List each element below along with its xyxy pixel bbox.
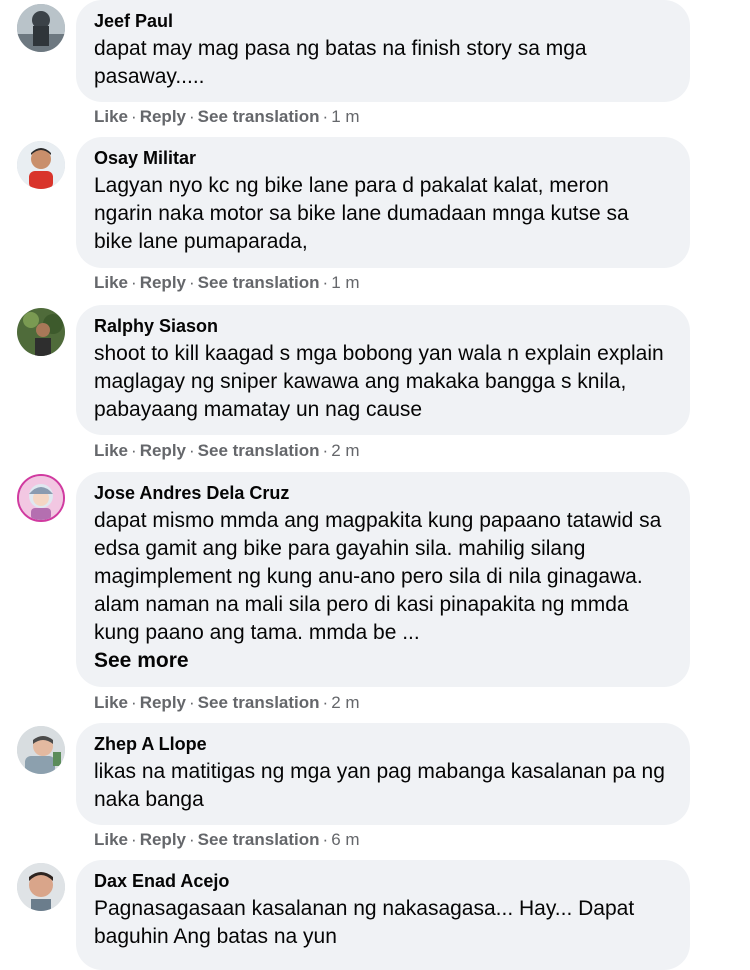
separator: · <box>131 693 137 712</box>
comment-author[interactable]: Jeef Paul <box>94 10 672 32</box>
separator: · <box>189 273 195 292</box>
see-more-link[interactable]: See more <box>94 647 672 675</box>
separator: · <box>322 273 329 292</box>
reply-button[interactable]: Reply <box>140 830 186 849</box>
separator: · <box>322 830 329 849</box>
comment-bubble: Jeef Paul dapat may mag pasa ng batas na… <box>76 0 690 102</box>
comment-actions: Like · Reply · See translation · 6 m <box>94 830 360 850</box>
separator: · <box>322 107 329 126</box>
avatar[interactable] <box>17 863 65 911</box>
comment-bubble: Ralphy Siason shoot to kill kaagad s mga… <box>76 305 690 435</box>
see-translation-button[interactable]: See translation <box>198 693 320 712</box>
reply-button[interactable]: Reply <box>140 273 186 292</box>
comment-author[interactable]: Dax Enad Acejo <box>94 870 672 892</box>
comment-timestamp[interactable]: 1 m <box>331 273 359 292</box>
see-translation-button[interactable]: See translation <box>198 441 320 460</box>
like-button[interactable]: Like <box>94 273 128 292</box>
comment-bubble: Dax Enad Acejo Pagnasagasaan kasalanan n… <box>76 860 690 970</box>
comment-actions: Like · Reply · See translation · 2 m <box>94 441 360 461</box>
avatar[interactable] <box>17 308 65 356</box>
reply-button[interactable]: Reply <box>140 441 186 460</box>
avatar[interactable] <box>17 4 65 52</box>
separator: · <box>322 693 329 712</box>
reply-button[interactable]: Reply <box>140 107 186 126</box>
see-translation-button[interactable]: See translation <box>198 830 320 849</box>
like-button[interactable]: Like <box>94 693 128 712</box>
comment-actions: Like · Reply · See translation · 1 m <box>94 107 360 127</box>
separator: · <box>131 273 137 292</box>
comment-author[interactable]: Ralphy Siason <box>94 315 672 337</box>
comment-text: dapat may mag pasa ng batas na finish st… <box>94 37 593 88</box>
comment-text: shoot to kill kaagad s mga bobong yan wa… <box>94 342 670 421</box>
comment-text: dapat mismo mmda ang magpakita kung papa… <box>94 509 668 644</box>
comment-author[interactable]: Osay Militar <box>94 147 672 169</box>
separator: · <box>189 830 195 849</box>
see-translation-button[interactable]: See translation <box>198 273 320 292</box>
comment-bubble: Osay Militar Lagyan nyo kc ng bike lane … <box>76 137 690 268</box>
comment-bubble: Zhep A Llope likas na matitigas ng mga y… <box>76 723 690 825</box>
comment-text: Lagyan nyo kc ng bike lane para d pakala… <box>94 174 635 253</box>
comment-actions: Like · Reply · See translation · 2 m <box>94 693 360 713</box>
separator: · <box>322 441 329 460</box>
comment-timestamp[interactable]: 1 m <box>331 107 359 126</box>
separator: · <box>189 693 195 712</box>
separator: · <box>189 441 195 460</box>
separator: · <box>131 107 137 126</box>
avatar[interactable] <box>17 474 65 522</box>
comment-text: Pagnasagasaan kasalanan ng nakasagasa...… <box>94 897 640 948</box>
avatar[interactable] <box>17 726 65 774</box>
like-button[interactable]: Like <box>94 441 128 460</box>
see-translation-button[interactable]: See translation <box>198 107 320 126</box>
comment-timestamp[interactable]: 2 m <box>331 693 359 712</box>
separator: · <box>131 441 137 460</box>
like-button[interactable]: Like <box>94 830 128 849</box>
comment-author[interactable]: Zhep A Llope <box>94 733 672 755</box>
reply-button[interactable]: Reply <box>140 693 186 712</box>
avatar[interactable] <box>17 141 65 189</box>
like-button[interactable]: Like <box>94 107 128 126</box>
comment-timestamp[interactable]: 6 m <box>331 830 359 849</box>
comment-author[interactable]: Jose Andres Dela Cruz <box>94 482 672 504</box>
separator: · <box>189 107 195 126</box>
comment-text: likas na matitigas ng mga yan pag mabang… <box>94 760 671 811</box>
separator: · <box>131 830 137 849</box>
comment-bubble: Jose Andres Dela Cruz dapat mismo mmda a… <box>76 472 690 687</box>
comment-actions: Like · Reply · See translation · 1 m <box>94 273 360 293</box>
comment-timestamp[interactable]: 2 m <box>331 441 359 460</box>
